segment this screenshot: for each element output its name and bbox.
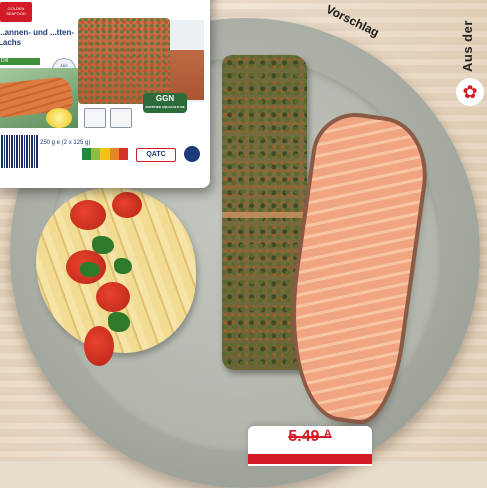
- nutri-score: [82, 148, 129, 160]
- basil-leaf: [114, 258, 132, 274]
- ggn-sub: CERTIFIED AQUACULTURE: [145, 105, 185, 109]
- lemon-slice: [46, 108, 72, 128]
- fillet-split: [222, 212, 307, 218]
- nutri-b: [91, 148, 101, 160]
- package-title: ...annen- und ...tten-Lachs: [0, 28, 74, 47]
- ggn-label: GGN: [155, 94, 175, 103]
- pan-icon: [110, 108, 132, 128]
- nutri-e: [118, 148, 129, 160]
- basil-leaf: [92, 236, 114, 254]
- basil-leaf: [80, 262, 100, 277]
- info-icon: [184, 146, 200, 162]
- basil-leaf: [108, 312, 130, 332]
- tomato-piece: [70, 200, 106, 230]
- side-banner-text: Aus der: [460, 20, 475, 72]
- package-window-fish: [78, 18, 170, 104]
- new-price-bar: [248, 454, 372, 464]
- old-price: 5.49 ᴬ: [288, 428, 332, 445]
- ggn-badge: GGN CERTIFIED AQUACULTURE: [143, 93, 187, 113]
- brand-logo: GOLDEN SEAFOOD: [0, 2, 32, 22]
- tomato-piece: [112, 192, 142, 218]
- product-package: GOLDEN SEAFOOD ...annen- und ...tten-Lac…: [0, 0, 210, 188]
- tomato-piece: [96, 282, 130, 312]
- package-weight: 250 g e (2 x 125 g): [40, 140, 91, 146]
- nutri-c: [100, 148, 110, 160]
- region-flower-icon: ✿: [456, 78, 484, 106]
- barcode: [0, 135, 38, 168]
- variant-label: Dill: [0, 58, 40, 65]
- tomato-piece: [84, 326, 114, 366]
- nutri-d: [109, 148, 119, 160]
- qatc-badge: QATC: [136, 148, 176, 162]
- oven-icon: [84, 108, 106, 128]
- nutri-a: [82, 148, 92, 160]
